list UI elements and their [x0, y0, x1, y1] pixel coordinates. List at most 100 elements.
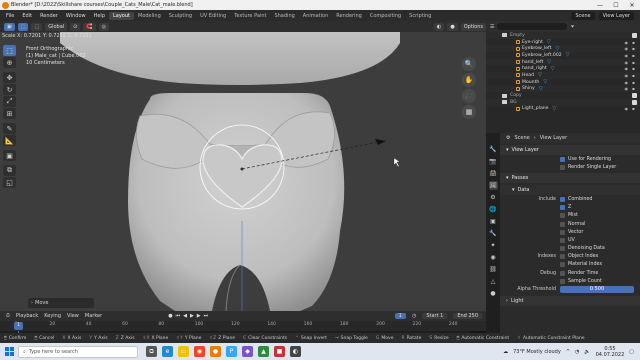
- pass-checkbox[interactable]: [560, 262, 565, 268]
- snap-icon[interactable]: 🧲: [83, 22, 96, 31]
- physics-tab-icon[interactable]: ◉: [489, 253, 498, 262]
- use-for-rendering-checkbox[interactable]: [560, 156, 565, 162]
- eye-icon[interactable]: ◉: [625, 80, 629, 85]
- pass-row-include[interactable]: Include Combined: [500, 195, 640, 203]
- render-tab-icon[interactable]: 📷: [489, 157, 498, 166]
- outliner-object-row[interactable]: Eyebrow_left ▽ ◉ ▪: [486, 45, 640, 53]
- camera-icon[interactable]: ▪: [632, 40, 637, 45]
- pass-checkbox[interactable]: [560, 213, 565, 219]
- pass-row-include[interactable]: Normal: [500, 220, 640, 228]
- tab-modeling[interactable]: Modeling: [134, 12, 165, 20]
- chevron-up-icon[interactable]: ^: [566, 349, 570, 355]
- rotate-tool-icon[interactable]: ↻: [3, 84, 16, 95]
- eye-icon[interactable]: ◉: [625, 40, 629, 45]
- pass-checkbox[interactable]: [560, 254, 565, 260]
- grid-view-icon[interactable]: ▦: [462, 105, 476, 119]
- extrude-tool-icon[interactable]: ⧉: [3, 165, 16, 176]
- exclude-checkbox[interactable]: [632, 32, 637, 38]
- network-icon[interactable]: ◔: [575, 349, 579, 355]
- notifications-icon[interactable]: ▢: [629, 349, 634, 355]
- 3d-viewport[interactable]: ▣ ⬚ ⬚ Global ⊙ 🧲 ◎ ◐ ● Options Scale X: …: [0, 21, 486, 311]
- select-box-tool-icon[interactable]: ⬚: [3, 45, 16, 56]
- scene-selector[interactable]: Scene: [571, 11, 595, 20]
- view-layer-tab-icon[interactable]: 🖼: [488, 181, 498, 190]
- outliner-object-row[interactable]: hand_right ▽ ◉ ▪: [486, 65, 640, 72]
- camera-icon[interactable]: ▪: [632, 73, 637, 78]
- timeline-ruler[interactable]: 1204060801001201401601802002202401: [0, 321, 486, 331]
- outliner-object-row[interactable]: Shiny ▽ ◉ ▪: [486, 85, 640, 93]
- eye-icon[interactable]: ◉: [625, 106, 629, 111]
- menu-keying[interactable]: Keying: [44, 313, 61, 319]
- tab-texture-paint[interactable]: Texture Paint: [230, 12, 270, 20]
- tab-sculpting[interactable]: Sculpting: [165, 12, 196, 20]
- camera-icon[interactable]: ▪: [632, 86, 637, 91]
- data-section-header[interactable]: ▾ Data: [500, 185, 640, 196]
- pass-row-include[interactable]: UV: [500, 236, 640, 244]
- data-tab-icon[interactable]: △: [489, 277, 498, 286]
- outliner-collection-row[interactable]: Copy: [486, 92, 640, 99]
- outliner-object-row[interactable]: Light_plane ▽ ◉ ▪: [486, 106, 640, 113]
- volume-icon[interactable]: 🔈: [584, 349, 590, 355]
- menu-window[interactable]: Window: [62, 13, 90, 19]
- step-back-icon[interactable]: ◀: [183, 313, 187, 319]
- tool-tab-icon[interactable]: 🔧: [489, 145, 498, 154]
- weather-text[interactable]: 73°F Mostly cloudy: [513, 349, 561, 355]
- app-icon[interactable]: ◆: [242, 346, 253, 357]
- pass-checkbox[interactable]: [560, 270, 565, 276]
- chrome-icon[interactable]: ◉: [194, 346, 205, 357]
- pass-row-include[interactable]: Denoising Data: [500, 245, 640, 253]
- tab-rendering[interactable]: Rendering: [332, 12, 366, 20]
- eye-icon[interactable]: ◉: [625, 86, 629, 91]
- camera-icon[interactable]: ▪: [632, 106, 637, 111]
- pass-row-debug[interactable]: Sample Count: [500, 277, 640, 285]
- play-icon[interactable]: ▶: [190, 313, 194, 319]
- current-frame-field[interactable]: 1: [394, 313, 406, 319]
- use-for-rendering-row[interactable]: Use for Rendering: [500, 155, 640, 163]
- view-layer-selector[interactable]: View Layer: [598, 11, 634, 20]
- particles-tab-icon[interactable]: ✦: [489, 241, 498, 250]
- camera-icon[interactable]: ▪: [632, 53, 637, 58]
- weather-icon[interactable]: ☁: [503, 349, 508, 355]
- tab-scripting[interactable]: Scripting: [405, 12, 435, 20]
- proportional-edit-icon[interactable]: ◎: [98, 22, 109, 31]
- exclude-checkbox[interactable]: [632, 99, 637, 105]
- menu-marker[interactable]: Marker: [85, 313, 102, 319]
- constraints-tab-icon[interactable]: ⛓: [489, 265, 498, 274]
- scale-tool-icon[interactable]: ⤢: [3, 96, 16, 107]
- camera-icon[interactable]: ▪: [632, 80, 637, 85]
- view-layer-section-header[interactable]: ▾ View Layer: [500, 145, 640, 155]
- outliner-collection-row[interactable]: BG: [486, 98, 640, 106]
- orientation-dropdown[interactable]: Global: [45, 22, 68, 31]
- jump-start-icon[interactable]: ⏮: [176, 313, 181, 319]
- windows-start-icon[interactable]: [0, 347, 18, 356]
- pass-checkbox[interactable]: [560, 229, 565, 235]
- pass-checkbox[interactable]: [560, 205, 565, 211]
- pass-checkbox[interactable]: [560, 196, 565, 202]
- annotate-tool-icon[interactable]: ✎: [3, 123, 16, 134]
- app-icon-4[interactable]: ◐: [290, 346, 301, 357]
- move-tool-icon[interactable]: ✥: [3, 72, 16, 83]
- file-explorer-icon[interactable]: ▭: [178, 346, 189, 357]
- transform-tool-icon[interactable]: ⊞: [3, 108, 16, 119]
- maximize-button[interactable]: ☐: [608, 2, 624, 9]
- timeline-type-icon[interactable]: ⏱: [6, 313, 10, 319]
- menu-render[interactable]: Render: [36, 13, 62, 19]
- playhead[interactable]: 1: [14, 322, 23, 330]
- outliner-object-row[interactable]: Eye-right ▽ ◉ ▪: [486, 39, 640, 46]
- pass-row-include[interactable]: Vector: [500, 228, 640, 236]
- record-icon[interactable]: ●: [168, 313, 172, 319]
- outliner-search-input[interactable]: [497, 23, 568, 30]
- menu-view[interactable]: View: [67, 313, 79, 319]
- eye-icon[interactable]: ◉: [625, 53, 629, 58]
- measure-tool-icon[interactable]: 📐: [3, 135, 16, 146]
- camera-icon[interactable]: ▪: [632, 46, 637, 51]
- task-view-icon[interactable]: ⧉: [146, 346, 157, 357]
- pass-row-debug[interactable]: Debug Render Time: [500, 269, 640, 277]
- passes-section-header[interactable]: ▾ Passes: [500, 173, 640, 184]
- light-section-header[interactable]: › Light: [500, 295, 640, 306]
- alpha-threshold-field[interactable]: 0.500: [560, 286, 634, 294]
- render-single-layer-row[interactable]: Render Single Layer: [500, 163, 640, 171]
- blender-taskbar-icon[interactable]: ●: [210, 346, 221, 357]
- pass-checkbox[interactable]: [560, 246, 565, 252]
- editor-type-icon[interactable]: ▣: [4, 22, 15, 31]
